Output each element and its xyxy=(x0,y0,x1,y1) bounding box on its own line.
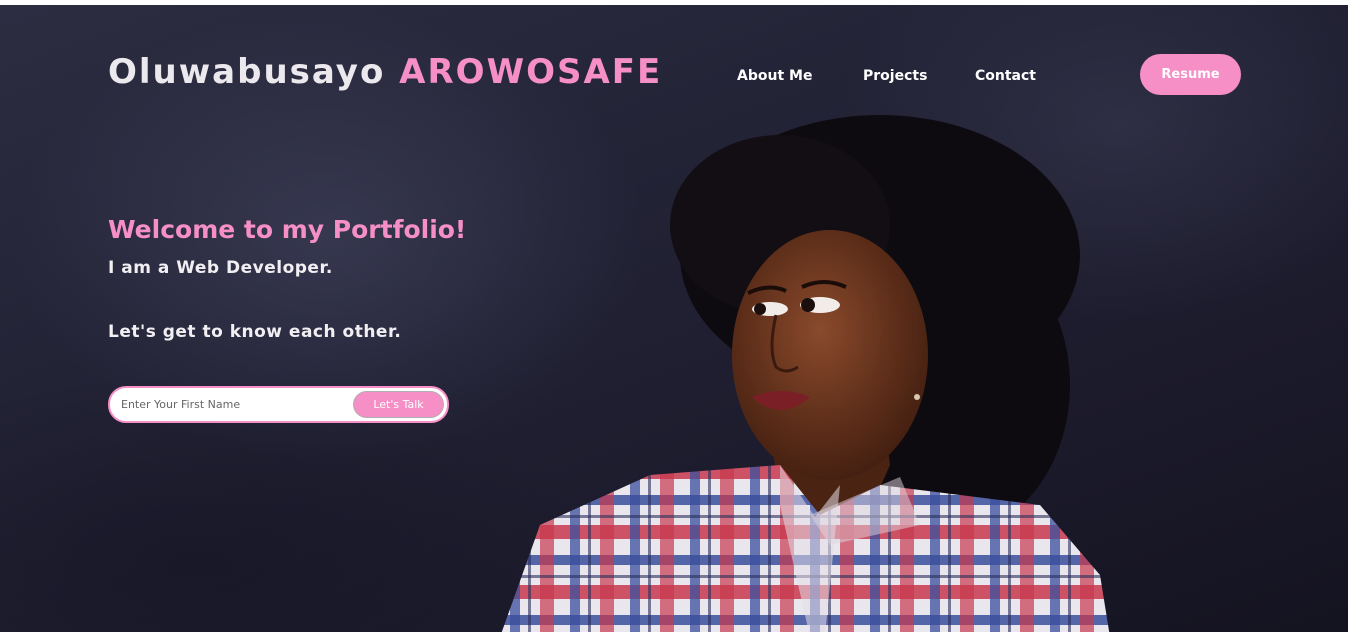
brand-logo[interactable]: Oluwabusayo AROWOSAFE xyxy=(108,52,662,92)
brand-first-name: Oluwabusayo xyxy=(108,52,386,92)
nav-about-me[interactable]: About Me xyxy=(737,66,812,86)
intro-line: I am a Web Developer. xyxy=(108,258,333,278)
resume-button[interactable]: Resume xyxy=(1140,54,1241,95)
first-name-input[interactable] xyxy=(110,388,346,421)
welcome-heading: Welcome to my Portfolio! xyxy=(108,215,467,244)
lets-talk-button[interactable]: Let's Talk xyxy=(353,391,444,418)
name-form: Let's Talk xyxy=(108,386,449,423)
nav-contact[interactable]: Contact xyxy=(975,66,1036,86)
portrait-photo xyxy=(501,115,1110,632)
brand-last-name: AROWOSAFE xyxy=(399,52,663,92)
nav-projects[interactable]: Projects xyxy=(863,66,927,86)
hero-section: Oluwabusayo AROWOSAFE About Me Projects … xyxy=(0,5,1348,632)
get-to-know-line: Let's get to know each other. xyxy=(108,322,402,342)
